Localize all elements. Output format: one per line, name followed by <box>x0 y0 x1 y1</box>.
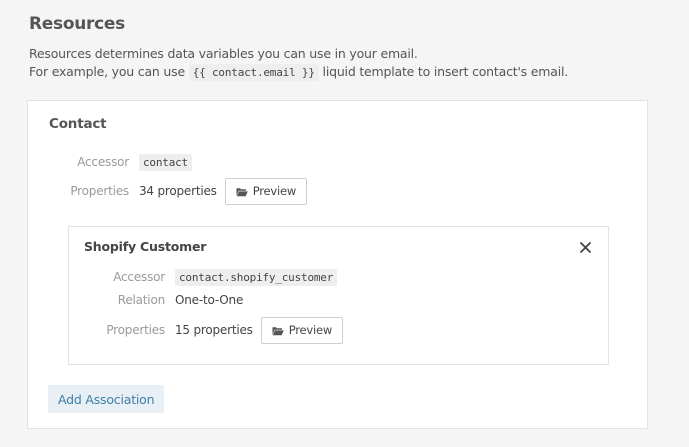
page-description: Resources determines data variables you … <box>29 45 568 82</box>
association-preview-label: Preview <box>288 323 333 337</box>
contact-card-title: Contact <box>49 116 107 132</box>
contact-accessor-label: Accessor <box>77 155 129 169</box>
description-line-2: For example, you can use {{ contact.emai… <box>29 63 568 82</box>
description-prefix: For example, you can use <box>29 64 185 79</box>
contact-properties-label: Properties <box>70 184 129 198</box>
contact-preview-button[interactable]: Preview <box>224 177 308 205</box>
contact-preview-label: Preview <box>252 184 297 198</box>
contact-properties-count: 34 properties <box>139 184 217 198</box>
description-suffix: liquid template to insert contact's emai… <box>322 64 569 79</box>
association-accessor-row: Accessor contact.shopify_customer <box>84 268 338 286</box>
contact-accessor-row: Accessor contact <box>48 153 192 171</box>
association-accessor-label: Accessor <box>113 270 165 284</box>
contact-accessor-value-wrap: contact <box>139 154 192 171</box>
association-properties-row: Properties 15 properties Preview <box>84 316 344 344</box>
description-line-1: Resources determines data variables you … <box>29 46 418 61</box>
page-title: Resources <box>29 14 125 34</box>
association-properties-label: Properties <box>106 323 165 337</box>
association-title: Shopify Customer <box>84 239 207 254</box>
liquid-example-code: {{ contact.email }} <box>188 64 319 81</box>
association-card-shopify-customer: Shopify Customer Accessor contact.shopif… <box>68 226 609 365</box>
close-icon[interactable] <box>579 239 592 253</box>
association-accessor-value: contact.shopify_customer <box>175 269 338 286</box>
contact-accessor-value: contact <box>139 154 192 171</box>
association-accessor-value-wrap: contact.shopify_customer <box>175 269 338 286</box>
contact-properties-row: Properties 34 properties Preview <box>48 177 308 205</box>
association-relation-row: Relation One-to-One <box>84 291 244 309</box>
contact-resource-card: Contact Accessor contact Properties 34 p… <box>27 100 648 429</box>
association-properties-count: 15 properties <box>175 323 253 337</box>
folder-open-icon <box>236 186 248 197</box>
folder-open-icon <box>272 325 284 336</box>
association-relation-label: Relation <box>117 293 165 307</box>
association-preview-button[interactable]: Preview <box>260 316 344 344</box>
add-association-button[interactable]: Add Association <box>48 385 165 413</box>
association-relation-value: One-to-One <box>175 293 244 307</box>
